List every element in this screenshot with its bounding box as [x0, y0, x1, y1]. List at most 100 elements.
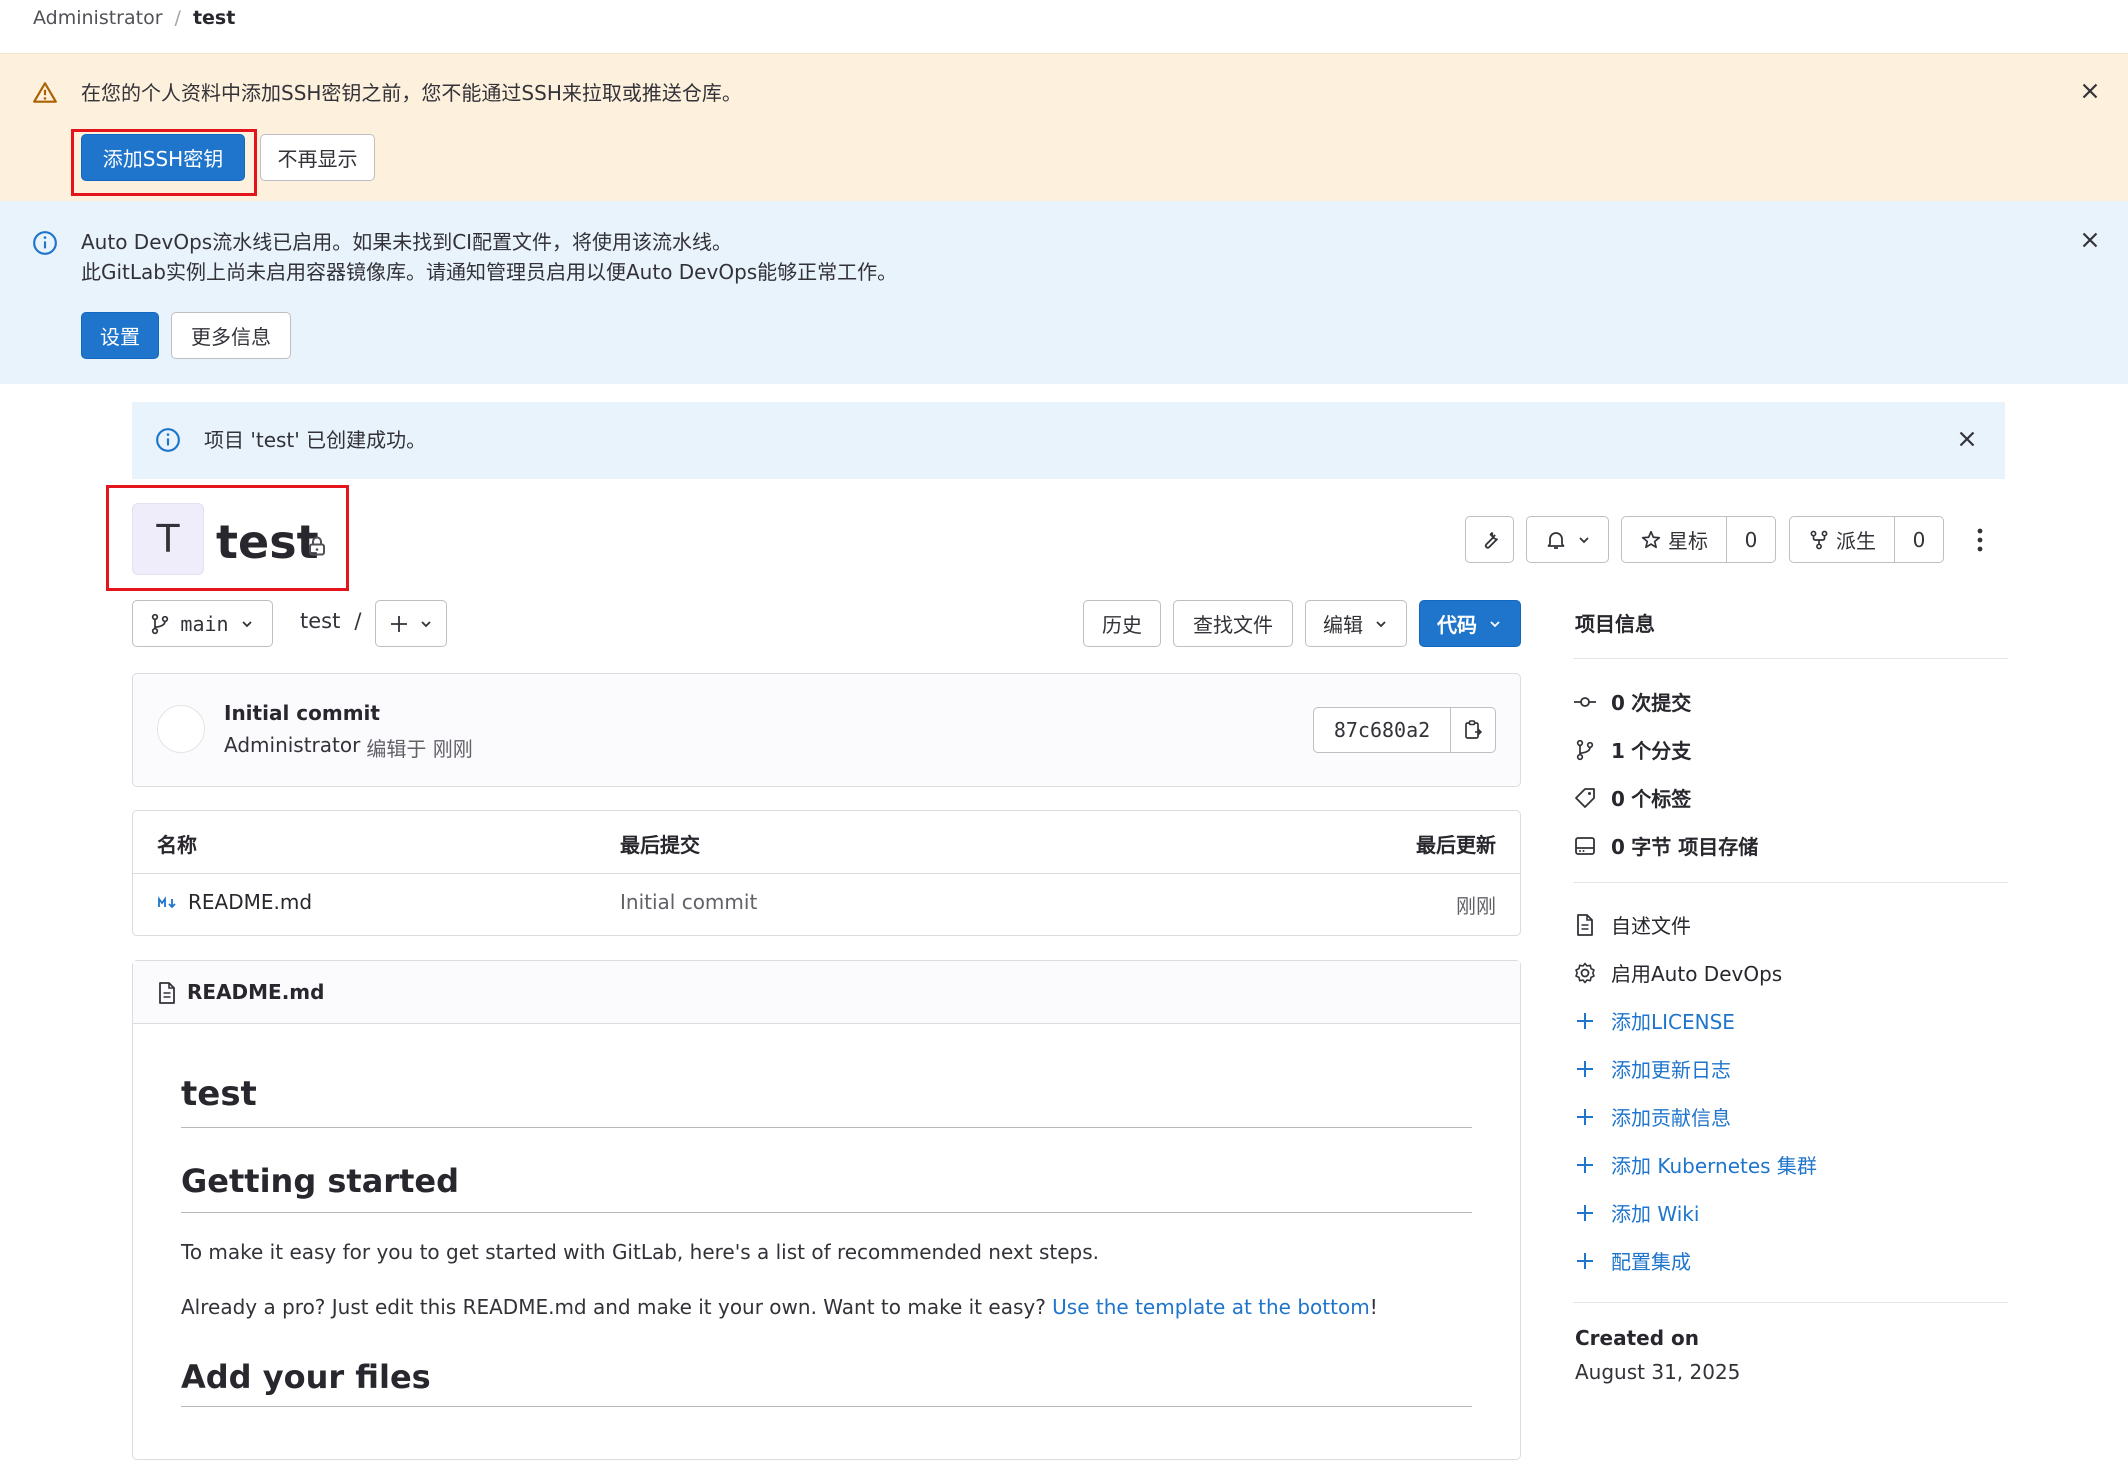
history-button[interactable]: 历史 [1083, 600, 1161, 647]
readme-title: test [181, 1074, 257, 1114]
file-name[interactable]: README.md [188, 890, 312, 914]
file-last-update: 刚刚 [1456, 894, 1496, 918]
bell-icon [1544, 528, 1568, 552]
add-license-label: 添加LICENSE [1611, 1010, 1735, 1034]
storage-count: 0 [1611, 835, 1625, 859]
branch-icon [1573, 738, 1597, 762]
project-created-alert: 项目 'test' 已创建成功。 [132, 402, 2005, 479]
settings-wrench-button[interactable] [1465, 516, 1514, 563]
sidebar-item-add-changelog[interactable]: 添加更新日志 [1573, 1054, 1731, 1083]
lock-icon [305, 534, 329, 558]
info-icon [32, 230, 58, 256]
code-label: 代码 [1437, 613, 1477, 637]
sidebar-item-storage[interactable]: 0 字节 项目存储 [1573, 831, 1758, 860]
file-icon [1573, 913, 1597, 937]
gear-icon [1573, 961, 1597, 985]
storage-icon [1573, 834, 1597, 858]
project-created-message: 项目 'test' 已创建成功。 [204, 428, 427, 452]
template-link[interactable]: Use the template at the bottom [1052, 1295, 1370, 1319]
column-header-last-commit: 最后提交 [620, 833, 700, 857]
more-actions-icon[interactable] [1968, 525, 1992, 555]
add-to-tree-dropdown[interactable] [375, 600, 447, 647]
add-wiki-label: 添加 Wiki [1611, 1202, 1700, 1226]
find-file-button[interactable]: 查找文件 [1173, 600, 1293, 647]
heading-divider [181, 1406, 1472, 1407]
sidebar-item-add-license[interactable]: 添加LICENSE [1573, 1006, 1735, 1035]
branch-label: 个分支 [1631, 739, 1692, 763]
sidebar-item-readme[interactable]: 自述文件 [1573, 910, 1691, 939]
plus-icon [1573, 1153, 1597, 1177]
notification-dropdown[interactable] [1526, 516, 1609, 563]
readme-heading-add-files: Add your files [181, 1358, 431, 1396]
breadcrumb-current[interactable]: test [193, 7, 235, 29]
chevron-down-icon [418, 616, 434, 632]
close-icon[interactable] [2077, 227, 2103, 253]
storage-label: 字节 项目存储 [1631, 835, 1759, 859]
add-kubernetes-label: 添加 Kubernetes 集群 [1611, 1154, 1817, 1178]
more-info-button[interactable]: 更多信息 [171, 312, 291, 359]
dont-show-again-button[interactable]: 不再显示 [260, 134, 375, 181]
fork-button[interactable]: 派生 0 [1789, 516, 1944, 563]
readme-paragraph-1: To make it easy for you to get started w… [181, 1240, 1099, 1264]
commit-count: 0 [1611, 691, 1625, 715]
star-label: 星标 [1668, 529, 1708, 553]
sidebar-item-configure-integrations[interactable]: 配置集成 [1573, 1246, 1691, 1275]
wrench-icon [1478, 528, 1502, 552]
sidebar-item-add-kubernetes[interactable]: 添加 Kubernetes 集群 [1573, 1150, 1817, 1179]
sidebar-item-commits[interactable]: 0 次提交 [1573, 687, 1691, 716]
settings-button[interactable]: 设置 [81, 312, 159, 359]
project-avatar: T [132, 503, 204, 575]
markdown-icon [157, 895, 179, 911]
file-last-commit[interactable]: Initial commit [620, 890, 757, 914]
branch-selector[interactable]: main [132, 600, 273, 647]
repo-path-separator: / [354, 609, 362, 633]
code-dropdown[interactable]: 代码 [1419, 600, 1521, 647]
project-info-title: 项目信息 [1575, 612, 1655, 636]
table-row[interactable]: README.md Initial commit 刚刚 [133, 874, 1520, 936]
commit-sha[interactable]: 87c680a2 [1314, 708, 1451, 752]
created-on-label: Created on [1575, 1326, 1699, 1350]
project-title: test [216, 515, 319, 569]
sidebar-item-add-wiki[interactable]: 添加 Wiki [1573, 1198, 1699, 1227]
tag-icon [1573, 786, 1597, 810]
auto-devops-line1: Auto DevOps流水线已启用。如果未找到CI配置文件，将使用该流水线。 [81, 230, 733, 254]
sidebar-item-auto-devops[interactable]: 启用Auto DevOps [1573, 958, 1782, 987]
warning-icon [32, 80, 58, 106]
fork-count[interactable]: 0 [1895, 517, 1943, 562]
breadcrumb-parent[interactable]: Administrator [33, 7, 163, 29]
commit-label: 次提交 [1631, 691, 1692, 715]
auto-devops-link-label: 启用Auto DevOps [1611, 962, 1783, 986]
readme-paragraph-2: Already a pro? Just edit this README.md … [181, 1295, 1378, 1319]
column-header-last-update: 最后更新 [1416, 833, 1496, 857]
avatar[interactable] [157, 705, 205, 753]
branch-icon [150, 613, 170, 635]
plus-icon [1573, 1009, 1597, 1033]
commit-author[interactable]: Administrator [224, 733, 360, 762]
add-changelog-label: 添加更新日志 [1611, 1058, 1731, 1082]
add-ssh-key-button[interactable]: 添加SSH密钥 [81, 134, 245, 181]
readme-heading-getting-started: Getting started [181, 1162, 459, 1200]
edit-dropdown[interactable]: 编辑 [1305, 600, 1407, 647]
heading-divider [181, 1127, 1472, 1128]
close-icon[interactable] [2077, 78, 2103, 104]
repo-path: test / [300, 609, 361, 633]
sidebar-item-add-contributing[interactable]: 添加贡献信息 [1573, 1102, 1731, 1131]
sidebar-item-tags[interactable]: 0 个标签 [1573, 783, 1691, 812]
auto-devops-banner: Auto DevOps流水线已启用。如果未找到CI配置文件，将使用该流水线。 此… [0, 201, 2128, 384]
auto-devops-line2: 此GitLab实例上尚未启用容器镜像库。请通知管理员启用以便Auto DevOp… [81, 260, 898, 284]
star-button[interactable]: 星标 0 [1621, 516, 1776, 563]
ssh-warning-message: 在您的个人资料中添加SSH密钥之前，您不能通过SSH来拉取或推送仓库。 [81, 81, 742, 105]
close-icon[interactable] [1954, 426, 1980, 452]
sidebar-item-branches[interactable]: 1 个分支 [1573, 735, 1691, 764]
sidebar-divider [1573, 882, 2008, 883]
copy-sha-button[interactable] [1451, 708, 1495, 752]
chevron-down-icon [239, 616, 255, 632]
repo-path-root[interactable]: test [300, 609, 340, 633]
commit-title[interactable]: Initial commit [224, 701, 380, 725]
commit-icon [1573, 690, 1597, 714]
copy-icon [1463, 719, 1483, 741]
plus-icon [388, 613, 410, 635]
star-count[interactable]: 0 [1727, 517, 1775, 562]
readme-filename[interactable]: README.md [187, 980, 324, 1004]
tag-count: 0 [1611, 787, 1625, 811]
